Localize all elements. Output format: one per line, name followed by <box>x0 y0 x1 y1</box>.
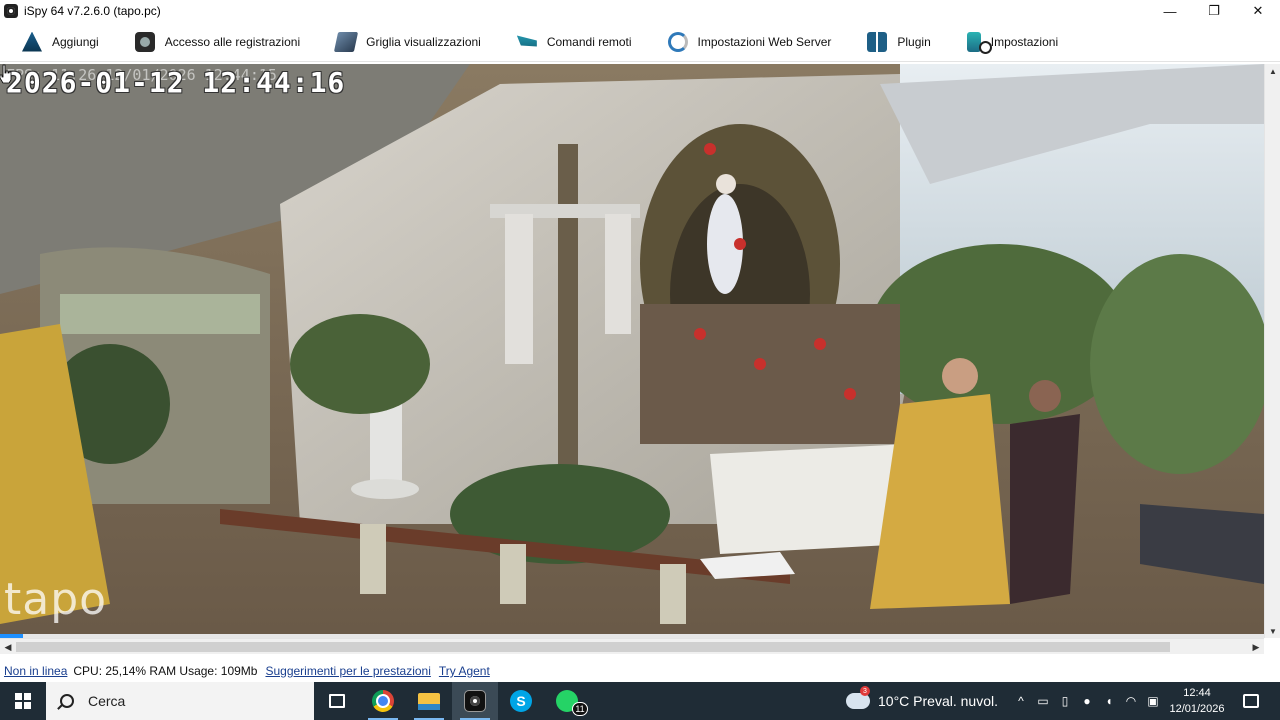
chrome-icon <box>372 690 394 712</box>
add-button[interactable]: Aggiungi <box>0 22 113 62</box>
tray-app-icon[interactable]: ▭ <box>1032 682 1054 720</box>
microphone-icon[interactable]: ● <box>1076 682 1098 720</box>
scroll-left-icon[interactable]: ◀ <box>0 639 16 655</box>
plugin-button[interactable]: Plugin <box>845 22 944 62</box>
taskbar-search[interactable]: Cerca <box>46 682 314 720</box>
whatsapp-badge: 11 <box>572 702 588 716</box>
settings-icon <box>966 31 992 54</box>
webserver-icon <box>667 31 688 52</box>
taskbar-clock[interactable]: 12:44 12/01/2026 <box>1166 685 1228 717</box>
remote-commands-label: Comandi remoti <box>546 34 632 49</box>
chevron-up-icon[interactable]: ^ <box>1010 682 1032 720</box>
hand-cursor-icon <box>0 64 12 84</box>
chrome-taskbar-button[interactable] <box>360 682 406 720</box>
remote-icon <box>516 35 537 47</box>
skype-icon: S <box>510 690 532 712</box>
task-view-button[interactable] <box>314 682 360 720</box>
folder-icon <box>418 692 440 710</box>
add-label: Aggiungi <box>52 34 99 49</box>
maximize-button[interactable]: ❐ <box>1192 0 1236 22</box>
web-server-settings-button[interactable]: Impostazioni Web Server <box>646 22 846 62</box>
ispy-app-icon <box>4 4 18 18</box>
settings-label: Impostazioni <box>990 34 1059 49</box>
network-icon[interactable]: ▣ <box>1142 682 1164 720</box>
plugin-label: Plugin <box>897 34 931 49</box>
start-button[interactable] <box>0 682 46 720</box>
notifications-button[interactable] <box>1236 682 1266 720</box>
cloud-icon: 3 <box>846 686 870 709</box>
close-button[interactable]: ✕ <box>1236 0 1280 22</box>
weather-text: 10°C Preval. nuvol. <box>878 693 998 709</box>
grid-view-label: Griglia visualizzazioni <box>366 34 481 49</box>
volume-icon[interactable]: ◖ <box>1098 682 1120 720</box>
tapo-watermark: tapo <box>4 574 108 625</box>
web-server-settings-label: Impostazioni Web Server <box>697 34 832 49</box>
weather-widget[interactable]: 3 10°C Preval. nuvol. <box>846 682 998 720</box>
title-bar: iSpy 64 v7.2.6.0 (tapo.pc) — ❐ ✕ <box>0 0 1280 22</box>
status-bar: Non in linea CPU: 25,14% RAM Usage: 109M… <box>0 660 1280 682</box>
horizontal-scrollbar[interactable]: ◀ ▶ <box>0 638 1264 654</box>
resource-stats: CPU: 25,14% RAM Usage: 109Mb <box>73 664 258 678</box>
ispy-icon <box>464 690 486 712</box>
search-icon <box>60 694 74 708</box>
camera-timestamp: 2026-01-12 12:44:16 <box>6 66 346 99</box>
recordings-button[interactable]: Accesso alle registrazioni <box>113 22 314 62</box>
main-toolbar: Aggiungi Accesso alle registrazioni Grig… <box>0 22 1280 62</box>
window-controls: — ❐ ✕ <box>1148 0 1280 22</box>
remote-commands-button[interactable]: Comandi remoti <box>495 22 646 62</box>
horizontal-scroll-thumb[interactable] <box>16 642 1170 652</box>
scroll-up-icon[interactable]: ▲ <box>1265 64 1280 78</box>
wifi-icon[interactable]: ◠ <box>1120 682 1142 720</box>
vertical-scrollbar[interactable]: ▲ ▼ <box>1264 64 1280 638</box>
whatsapp-taskbar-button[interactable]: 11 <box>544 682 590 720</box>
notification-icon <box>1243 694 1259 708</box>
scroll-right-icon[interactable]: ▶ <box>1248 639 1264 655</box>
clock-date: 12/01/2026 <box>1169 703 1225 715</box>
recordings-icon <box>134 31 155 52</box>
grid-icon <box>333 31 359 52</box>
window-title: iSpy 64 v7.2.6.0 (tapo.pc) <box>24 4 161 18</box>
ispy-taskbar-button[interactable] <box>452 682 498 720</box>
camera-scene <box>0 64 1264 634</box>
performance-tips-link[interactable]: Suggerimenti per le prestazioni <box>265 664 430 678</box>
usb-icon[interactable]: ▯ <box>1054 682 1076 720</box>
clock-time: 12:44 <box>1183 687 1211 699</box>
skype-taskbar-button[interactable]: S <box>498 682 544 720</box>
search-placeholder: Cerca <box>88 693 126 709</box>
weather-badge: 3 <box>860 686 870 696</box>
windows-logo-icon <box>15 693 31 709</box>
scroll-down-icon[interactable]: ▼ <box>1265 624 1280 638</box>
grid-view-button[interactable]: Griglia visualizzazioni <box>314 22 495 62</box>
offline-link[interactable]: Non in linea <box>4 664 67 678</box>
recordings-label: Accesso alle registrazioni <box>164 34 301 49</box>
plugin-icon <box>867 31 888 52</box>
add-icon <box>22 31 42 52</box>
task-view-icon <box>329 694 345 708</box>
minimize-button[interactable]: — <box>1148 0 1192 22</box>
settings-button[interactable]: Impostazioni <box>945 22 1072 62</box>
file-explorer-taskbar-button[interactable] <box>406 682 452 720</box>
system-tray: ^ ▭ ▯ ● ◖ ◠ ▣ <box>1010 682 1164 720</box>
try-agent-link[interactable]: Try Agent <box>439 664 490 678</box>
windows-taskbar: Cerca S 11 3 10°C Preval. nuvol. ^ ▭ ▯ ●… <box>0 682 1280 720</box>
camera-feed[interactable]: FPS: 11.26 12/01/2026 12:44:15 2026-01-1… <box>0 64 1264 634</box>
